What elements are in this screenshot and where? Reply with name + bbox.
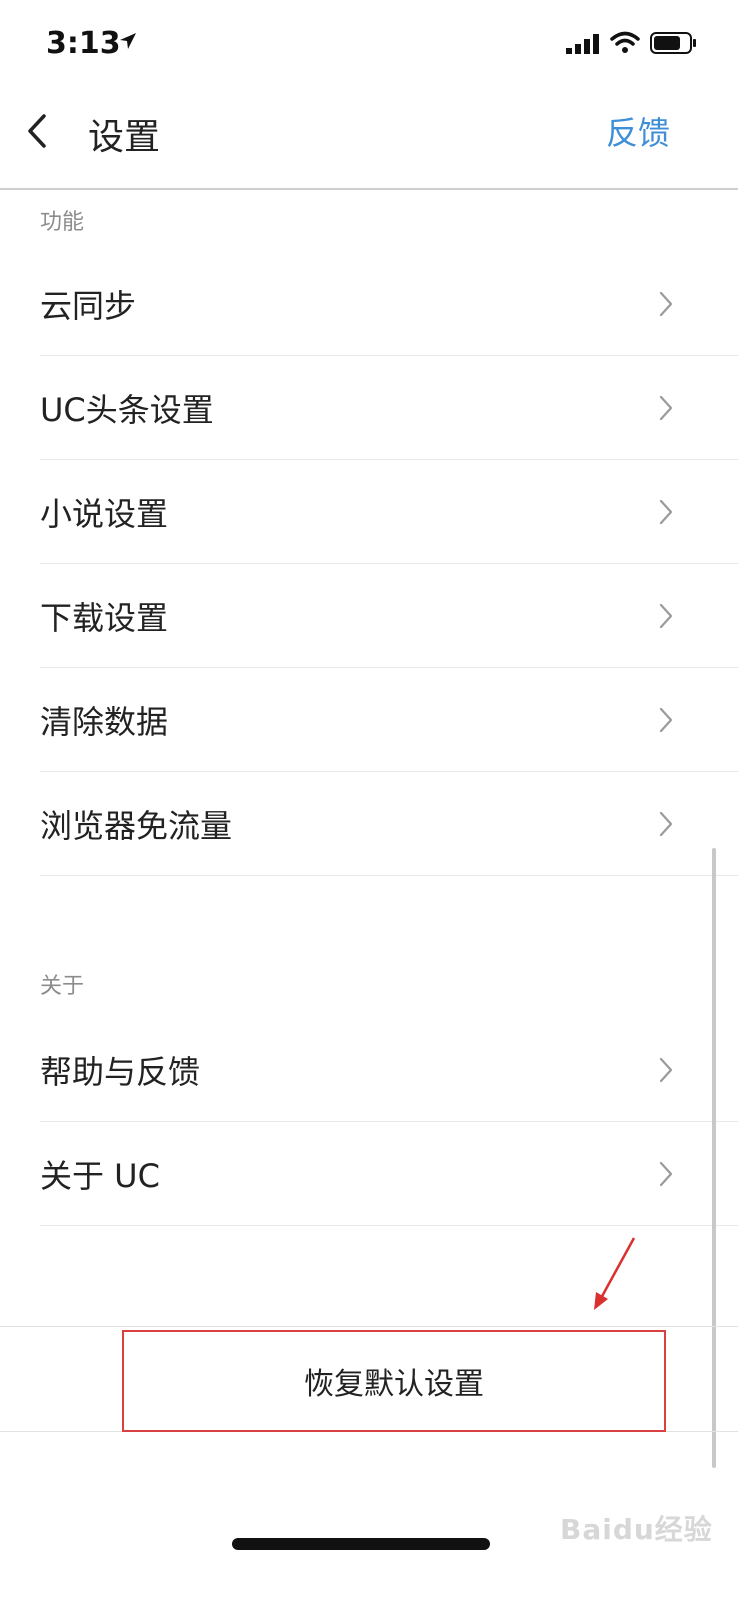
settings-item-download[interactable]: 下载设置: [40, 564, 738, 668]
wifi-icon: [610, 31, 640, 53]
chevron-right-icon: [659, 395, 673, 421]
divider: [40, 875, 738, 876]
settings-item-label: 下载设置: [40, 599, 169, 637]
settings-item-label: 云同步: [40, 287, 137, 325]
chevron-right-icon: [659, 1057, 673, 1083]
back-chevron-icon[interactable]: [24, 112, 54, 150]
annotation-arrow-icon: [594, 1237, 636, 1310]
settings-item-label: UC头条设置: [40, 391, 214, 429]
signal-icon: [566, 34, 599, 54]
page-title: 设置: [88, 117, 161, 158]
settings-item-free-traffic[interactable]: 浏览器免流量: [40, 772, 738, 876]
settings-item-help-feedback[interactable]: 帮助与反馈: [40, 1018, 738, 1122]
divider: [40, 1225, 738, 1226]
watermark: Baidu经验: [560, 1513, 713, 1546]
scrollbar[interactable]: [712, 848, 716, 1468]
settings-item-uc-headlines[interactable]: UC头条设置: [40, 356, 738, 460]
feedback-button[interactable]: 反馈: [606, 108, 670, 154]
restore-defaults-button[interactable]: 恢复默认设置: [122, 1330, 666, 1432]
home-indicator[interactable]: [232, 1538, 490, 1550]
nav-divider: [0, 188, 738, 190]
restore-defaults-label: 恢复默认设置: [304, 1367, 484, 1402]
settings-item-label: 清除数据: [40, 703, 169, 741]
settings-item-label: 浏览器免流量: [40, 807, 233, 845]
settings-item-clear-data[interactable]: 清除数据: [40, 668, 738, 772]
status-time: 3:13: [46, 26, 121, 61]
settings-item-label: 小说设置: [40, 495, 169, 533]
settings-item-about-uc[interactable]: 关于 UC: [40, 1122, 738, 1226]
chevron-right-icon: [659, 707, 673, 733]
settings-item-novel[interactable]: 小说设置: [40, 460, 738, 564]
location-arrow-icon: [120, 33, 136, 49]
chevron-right-icon: [659, 811, 673, 837]
section-title-about: 关于: [40, 974, 85, 999]
section-title-features: 功能: [40, 210, 85, 235]
settings-item-label: 关于 UC: [40, 1157, 160, 1195]
settings-item-label: 帮助与反馈: [40, 1053, 201, 1091]
chevron-right-icon: [659, 1161, 673, 1187]
settings-item-cloud-sync[interactable]: 云同步: [40, 252, 738, 356]
chevron-right-icon: [659, 499, 673, 525]
chevron-right-icon: [659, 603, 673, 629]
chevron-right-icon: [659, 291, 673, 317]
battery-icon: [650, 32, 696, 54]
divider: [0, 1326, 738, 1327]
